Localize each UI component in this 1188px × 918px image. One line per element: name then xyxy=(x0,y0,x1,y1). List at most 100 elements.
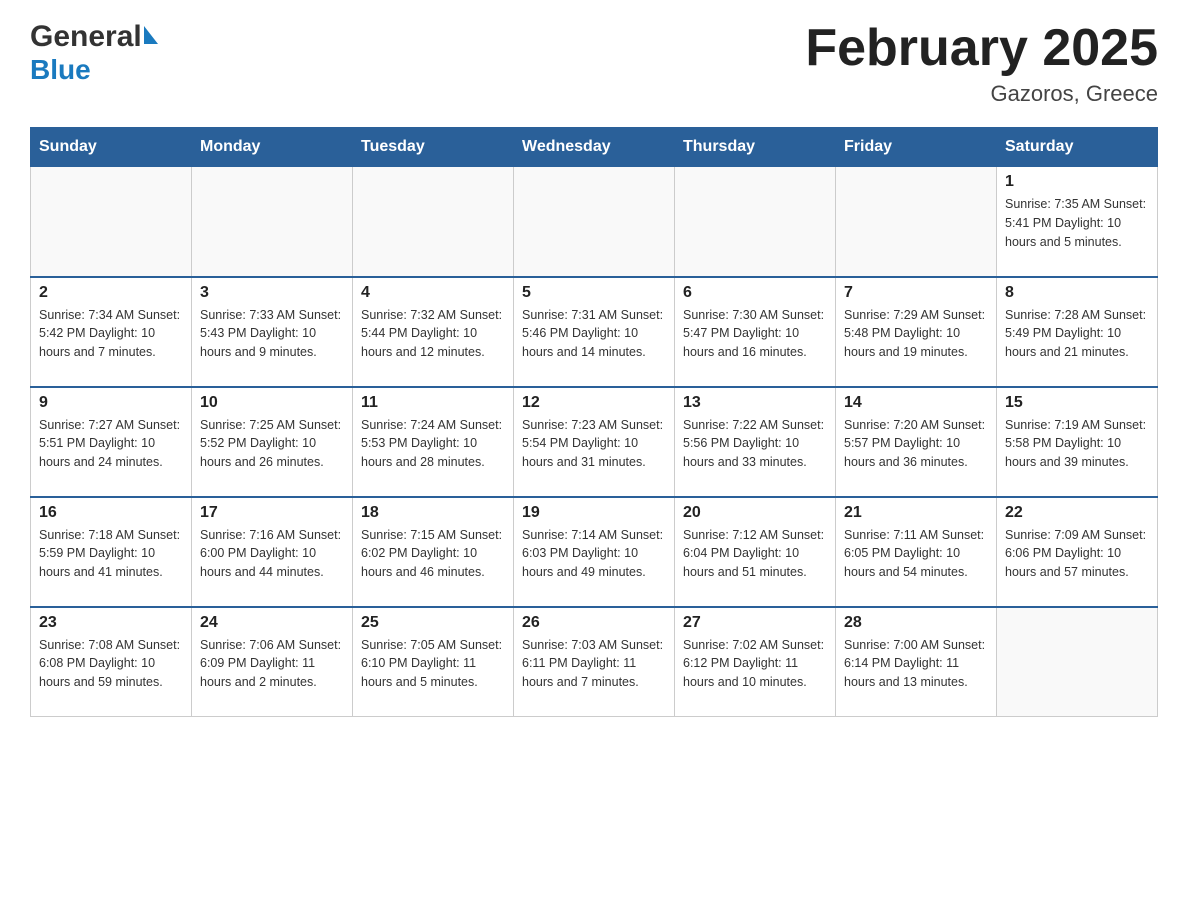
logo-arrow-icon xyxy=(144,26,158,44)
day-number: 17 xyxy=(200,504,344,522)
day-number: 15 xyxy=(1005,394,1149,412)
table-row: 6 Sunrise: 7:30 AM Sunset: 5:47 PM Daylig… xyxy=(675,277,836,387)
day-number: 3 xyxy=(200,284,344,302)
day-number: 21 xyxy=(844,504,988,522)
day-info: Sunrise: 7:29 AM Sunset: 5:48 PM Dayligh… xyxy=(844,306,988,362)
day-info: Sunrise: 7:02 AM Sunset: 6:12 PM Dayligh… xyxy=(683,636,827,692)
day-info: Sunrise: 7:03 AM Sunset: 6:11 PM Dayligh… xyxy=(522,636,666,692)
table-row: 7 Sunrise: 7:29 AM Sunset: 5:48 PM Daylig… xyxy=(836,277,997,387)
table-row: 3 Sunrise: 7:33 AM Sunset: 5:43 PM Daylig… xyxy=(192,277,353,387)
day-info: Sunrise: 7:28 AM Sunset: 5:49 PM Dayligh… xyxy=(1005,306,1149,362)
table-row: 14Sunrise: 7:20 AM Sunset: 5:57 PM Dayli… xyxy=(836,387,997,497)
location-text: Gazoros, Greece xyxy=(805,81,1158,107)
day-number: 4 xyxy=(361,284,505,302)
header-tuesday: Tuesday xyxy=(353,128,514,167)
day-info: Sunrise: 7:19 AM Sunset: 5:58 PM Dayligh… xyxy=(1005,416,1149,472)
day-number: 8 xyxy=(1005,284,1149,302)
day-info: Sunrise: 7:24 AM Sunset: 5:53 PM Dayligh… xyxy=(361,416,505,472)
day-number: 10 xyxy=(200,394,344,412)
table-row: 17 Sunrise: 7:16 AM Sunset: 6:00 PM Dayli… xyxy=(192,497,353,607)
day-info: Sunrise: 7:31 AM Sunset: 5:46 PM Dayligh… xyxy=(522,306,666,362)
table-row xyxy=(997,607,1158,717)
table-row: 21 Sunrise: 7:11 AM Sunset: 6:05 PM Dayli… xyxy=(836,497,997,607)
table-row xyxy=(31,167,192,277)
day-info: Sunrise: 7:00 AM Sunset: 6:14 PM Dayligh… xyxy=(844,636,988,692)
table-row xyxy=(353,167,514,277)
table-row: 24 Sunrise: 7:06 AM Sunset: 6:09 PM Dayli… xyxy=(192,607,353,717)
day-number: 22 xyxy=(1005,504,1149,522)
day-info: Sunrise: 7:22 AM Sunset: 5:56 PM Dayligh… xyxy=(683,416,827,472)
day-info: Sunrise: 7:09 AM Sunset: 6:06 PM Dayligh… xyxy=(1005,526,1149,582)
table-row: 18 Sunrise: 7:15 AM Sunset: 6:02 PM Dayli… xyxy=(353,497,514,607)
logo: General Blue xyxy=(30,20,158,86)
calendar-week-row: 16 Sunrise: 7:18 AM Sunset: 5:59 PM Dayli… xyxy=(31,497,1158,607)
table-row: 11 Sunrise: 7:24 AM Sunset: 5:53 PM Dayli… xyxy=(353,387,514,497)
day-number: 27 xyxy=(683,614,827,632)
day-info: Sunrise: 7:15 AM Sunset: 6:02 PM Dayligh… xyxy=(361,526,505,582)
calendar-week-row: 2Sunrise: 7:34 AM Sunset: 5:42 PM Daylig… xyxy=(31,277,1158,387)
calendar-table: Sunday Monday Tuesday Wednesday Thursday… xyxy=(30,127,1158,717)
day-info: Sunrise: 7:32 AM Sunset: 5:44 PM Dayligh… xyxy=(361,306,505,362)
table-row xyxy=(192,167,353,277)
table-row: 13 Sunrise: 7:22 AM Sunset: 5:56 PM Dayli… xyxy=(675,387,836,497)
day-info: Sunrise: 7:35 AM Sunset: 5:41 PM Dayligh… xyxy=(1005,195,1149,251)
header-sunday: Sunday xyxy=(31,128,192,167)
day-info: Sunrise: 7:33 AM Sunset: 5:43 PM Dayligh… xyxy=(200,306,344,362)
day-info: Sunrise: 7:06 AM Sunset: 6:09 PM Dayligh… xyxy=(200,636,344,692)
day-info: Sunrise: 7:12 AM Sunset: 6:04 PM Dayligh… xyxy=(683,526,827,582)
table-row: 20 Sunrise: 7:12 AM Sunset: 6:04 PM Dayli… xyxy=(675,497,836,607)
day-number: 1 xyxy=(1005,173,1149,191)
day-info: Sunrise: 7:20 AM Sunset: 5:57 PM Dayligh… xyxy=(844,416,988,472)
day-info: Sunrise: 7:23 AM Sunset: 5:54 PM Dayligh… xyxy=(522,416,666,472)
day-number: 16 xyxy=(39,504,183,522)
logo-general-text: General xyxy=(30,20,142,53)
day-info: Sunrise: 7:30 AM Sunset: 5:47 PM Dayligh… xyxy=(683,306,827,362)
day-number: 11 xyxy=(361,394,505,412)
day-info: Sunrise: 7:05 AM Sunset: 6:10 PM Dayligh… xyxy=(361,636,505,692)
calendar-week-row: 23 Sunrise: 7:08 AM Sunset: 6:08 PM Dayli… xyxy=(31,607,1158,717)
day-info: Sunrise: 7:11 AM Sunset: 6:05 PM Dayligh… xyxy=(844,526,988,582)
day-number: 12 xyxy=(522,394,666,412)
table-row: 9 Sunrise: 7:27 AM Sunset: 5:51 PM Daylig… xyxy=(31,387,192,497)
day-number: 6 xyxy=(683,284,827,302)
day-number: 28 xyxy=(844,614,988,632)
table-row: 28 Sunrise: 7:00 AM Sunset: 6:14 PM Dayli… xyxy=(836,607,997,717)
page-header: General Blue February 2025 Gazoros, Gree… xyxy=(30,20,1158,107)
table-row xyxy=(836,167,997,277)
day-number: 9 xyxy=(39,394,183,412)
day-number: 19 xyxy=(522,504,666,522)
day-info: Sunrise: 7:14 AM Sunset: 6:03 PM Dayligh… xyxy=(522,526,666,582)
table-row: 19 Sunrise: 7:14 AM Sunset: 6:03 PM Dayli… xyxy=(514,497,675,607)
table-row: 5Sunrise: 7:31 AM Sunset: 5:46 PM Daylig… xyxy=(514,277,675,387)
logo-top-line: General xyxy=(30,20,158,54)
day-number: 20 xyxy=(683,504,827,522)
day-number: 7 xyxy=(844,284,988,302)
header-friday: Friday xyxy=(836,128,997,167)
calendar-header-row: Sunday Monday Tuesday Wednesday Thursday… xyxy=(31,128,1158,167)
calendar-week-row: 9 Sunrise: 7:27 AM Sunset: 5:51 PM Daylig… xyxy=(31,387,1158,497)
day-number: 18 xyxy=(361,504,505,522)
day-info: Sunrise: 7:08 AM Sunset: 6:08 PM Dayligh… xyxy=(39,636,183,692)
day-info: Sunrise: 7:25 AM Sunset: 5:52 PM Dayligh… xyxy=(200,416,344,472)
day-number: 24 xyxy=(200,614,344,632)
day-info: Sunrise: 7:18 AM Sunset: 5:59 PM Dayligh… xyxy=(39,526,183,582)
table-row: 2Sunrise: 7:34 AM Sunset: 5:42 PM Daylig… xyxy=(31,277,192,387)
day-info: Sunrise: 7:34 AM Sunset: 5:42 PM Dayligh… xyxy=(39,306,183,362)
table-row: 27 Sunrise: 7:02 AM Sunset: 6:12 PM Dayli… xyxy=(675,607,836,717)
header-wednesday: Wednesday xyxy=(514,128,675,167)
day-number: 13 xyxy=(683,394,827,412)
table-row: 12 Sunrise: 7:23 AM Sunset: 5:54 PM Dayli… xyxy=(514,387,675,497)
day-number: 26 xyxy=(522,614,666,632)
table-row: 8 Sunrise: 7:28 AM Sunset: 5:49 PM Daylig… xyxy=(997,277,1158,387)
table-row: 15 Sunrise: 7:19 AM Sunset: 5:58 PM Dayli… xyxy=(997,387,1158,497)
logo-blue-text: Blue xyxy=(30,54,91,85)
day-number: 23 xyxy=(39,614,183,632)
month-title: February 2025 xyxy=(805,20,1158,77)
header-monday: Monday xyxy=(192,128,353,167)
table-row: 25Sunrise: 7:05 AM Sunset: 6:10 PM Dayli… xyxy=(353,607,514,717)
table-row: 16 Sunrise: 7:18 AM Sunset: 5:59 PM Dayli… xyxy=(31,497,192,607)
table-row: 10 Sunrise: 7:25 AM Sunset: 5:52 PM Dayli… xyxy=(192,387,353,497)
day-info: Sunrise: 7:27 AM Sunset: 5:51 PM Dayligh… xyxy=(39,416,183,472)
day-info: Sunrise: 7:16 AM Sunset: 6:00 PM Dayligh… xyxy=(200,526,344,582)
calendar-week-row: 1 Sunrise: 7:35 AM Sunset: 5:41 PM Daylig… xyxy=(31,167,1158,277)
